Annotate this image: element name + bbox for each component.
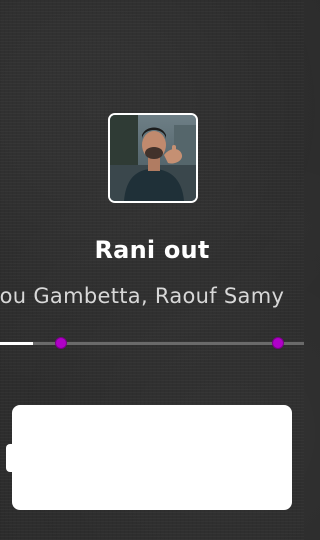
track-title: Rani out: [94, 236, 210, 264]
artwork-image: [110, 115, 196, 201]
progress-marker[interactable]: [54, 337, 67, 349]
progress-fill: [0, 342, 34, 345]
album-artwork[interactable]: [108, 113, 198, 203]
progress-track[interactable]: [0, 342, 304, 345]
bottom-panel[interactable]: [12, 405, 292, 510]
track-artists: Lou Gambetta, Raouf Samy: [0, 284, 285, 308]
progress-marker[interactable]: [272, 337, 285, 349]
